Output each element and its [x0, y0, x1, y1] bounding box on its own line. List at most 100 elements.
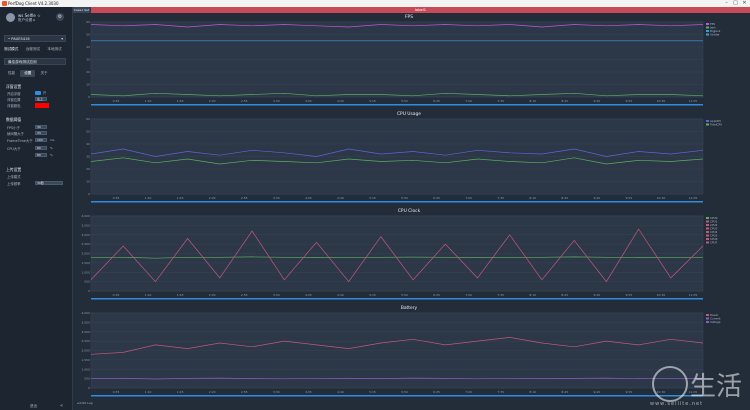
x-tick-label: 7:00 [465, 293, 472, 297]
legend-label: TotalCPU [709, 123, 722, 127]
x-tick-label: 4:05 [305, 293, 312, 297]
x-tick-label: 7:00 [465, 99, 472, 103]
legend-swatch [706, 314, 709, 316]
y-tick-label: 2,000 [81, 349, 90, 353]
setting-label: FPS小于 [7, 126, 20, 130]
section-title-threshold: 数据阈值 [6, 117, 22, 122]
y-tick-label: 40 [86, 45, 90, 49]
color-picker[interactable] [35, 103, 49, 108]
toggle-state: 开 [43, 91, 47, 95]
tab-case[interactable]: Case1 Set [73, 7, 90, 13]
time-range-scrollbar [91, 298, 703, 300]
close-button[interactable]: ✕ [740, 0, 749, 7]
x-tick-label: 8:10 [529, 196, 536, 200]
x-tick-label: 4:05 [305, 390, 312, 394]
chart-cpu-clock[interactable]: 4,000 3,500 3,000 2,500 2,000 1,500 1,000 500 0 0… [81, 209, 735, 304]
x-tick-label: 8:45 [561, 293, 568, 297]
setting-label: 帧间隔大于 [7, 132, 24, 136]
x-tick-label: 7:35 [497, 196, 504, 200]
window-titlebar: PerfDog Client V4.2.3030 – □ ✕ [0, 0, 750, 7]
setting-label: 上传模式 [7, 175, 21, 179]
avatar[interactable] [6, 13, 15, 22]
y-tick-label: 4,000 [81, 311, 90, 315]
legend-swatch [706, 231, 709, 233]
y-tick-label: 3,000 [81, 233, 90, 237]
setting-label: 开启浮窗 [7, 92, 21, 96]
x-tick-label: 9:55 [626, 390, 633, 394]
x-tick-label: 2:55 [241, 390, 248, 394]
fps-threshold-input[interactable]: 30 [35, 125, 47, 129]
chart-fps[interactable]: 60 50 40 30 20 10 0 0:35 1:10 1:45 2:20 2:55 3:30 4:0… [83, 15, 735, 110]
mode-test[interactable]: 测试模式 [4, 47, 18, 52]
legend-swatch [706, 26, 709, 29]
y-tick-label: 3,500 [81, 320, 90, 324]
x-tick-label: 8:10 [529, 99, 536, 103]
x-tick-label: 9:55 [626, 99, 633, 103]
mode-local[interactable]: 本地测试 [47, 47, 61, 52]
x-tick-label: 10:30 [657, 293, 666, 297]
x-tick-label: 0:35 [113, 390, 120, 394]
x-tick-label: 1:45 [177, 390, 184, 394]
mode-remote[interactable]: 远程测试 [26, 47, 40, 52]
x-tick-label: 3:30 [273, 99, 280, 103]
maximize-button[interactable]: □ [731, 0, 740, 7]
y-tick-label: 3,500 [81, 223, 90, 227]
x-tick-label: 4:40 [337, 196, 344, 200]
x-tick-label: 8:45 [561, 196, 568, 200]
watermark-logo-icon [652, 366, 688, 402]
x-tick-label: 8:45 [561, 390, 568, 394]
cpu-threshold-input[interactable]: 80 [35, 146, 47, 150]
x-tick-label: 8:45 [561, 99, 568, 103]
tab-settings[interactable]: 设置 [20, 70, 36, 77]
frametime-threshold-input[interactable]: 100 [35, 138, 47, 142]
x-tick-label: 9:20 [593, 196, 600, 200]
app-select[interactable]: 最佳游戏测试应用 [4, 58, 66, 65]
legend-swatch [706, 238, 709, 240]
x-tick-label: 8:10 [529, 293, 536, 297]
x-tick-label: 7:35 [497, 293, 504, 297]
x-tick-label: 5:15 [369, 196, 376, 200]
y-tick-label: 500 [84, 280, 90, 284]
setting-label: 浮窗颜色 [7, 104, 21, 108]
x-tick-label: 7:00 [465, 196, 472, 200]
x-tick-label: 9:55 [626, 196, 633, 200]
account-settings-link[interactable]: 账户设置 ▸ [18, 18, 35, 23]
y-tick-label: 50 [86, 33, 90, 37]
device-label: • PAUES416 [8, 37, 30, 41]
tab-label1[interactable]: label1 [91, 7, 750, 13]
time-range-scrollbar [91, 104, 703, 106]
tab-about[interactable]: 关于 [37, 70, 52, 77]
x-tick-label: 11:05 [689, 293, 698, 297]
chart-cpu-usage[interactable]: 60 50 40 30 20 10 0 0:35 1:10 1:45 2:20 2:55 3:30 4:0… [83, 112, 735, 207]
main-area: Case1 Set label1 FPS 60 50 40 30 20 10 0 0:35 1:… [73, 7, 750, 410]
chart-panel-cpu-clock: CPU Clock 4,000 3,500 3,000 2,500 2,000 1,500… [81, 209, 735, 304]
tab-performance[interactable]: 性能 [4, 70, 19, 77]
interval-threshold-input[interactable]: 33 [35, 131, 47, 135]
device-select[interactable]: • PAUES416 ▾ [4, 35, 66, 42]
cpu-threshold-input-2[interactable]: 80 [35, 153, 47, 157]
y-tick-label: 30 [86, 58, 90, 62]
x-tick-label: 5:50 [401, 293, 408, 297]
legend-label: Voltage [710, 320, 721, 324]
collapse-sidebar-icon[interactable]: « [60, 403, 63, 409]
watermark-text: 生活 [690, 372, 743, 402]
y-tick-label: 0 [88, 386, 90, 390]
overlay-toggle[interactable] [35, 91, 41, 95]
chart-battery[interactable]: 4,000 3,500 3,000 2,500 2,000 1,500 1,000 500 0 0… [81, 306, 735, 401]
gear-icon[interactable]: ⚙ [56, 13, 64, 21]
y-tick-label: 50 [86, 130, 90, 134]
x-tick-label: 2:20 [209, 293, 216, 297]
position-select[interactable]: 左上 [35, 97, 47, 101]
section-title-display: 浮窗设置 [6, 84, 22, 89]
x-tick-label: 2:20 [209, 390, 216, 394]
mode-tabs: 测试模式 远程测试 本地测试 [4, 46, 70, 52]
minimize-button[interactable]: – [722, 0, 731, 7]
time-range-scrollbar [91, 201, 703, 203]
y-tick-label: 0 [88, 192, 90, 196]
footer-log[interactable]: ◂ 0:00 Log [77, 401, 93, 405]
x-tick-label: 4:40 [337, 390, 344, 394]
legend-swatch [706, 224, 709, 226]
logout-button[interactable]: 退出 [30, 404, 37, 409]
upload-frequency-select[interactable]: 30秒 [35, 181, 63, 185]
y-tick-label: 2,500 [81, 242, 90, 246]
